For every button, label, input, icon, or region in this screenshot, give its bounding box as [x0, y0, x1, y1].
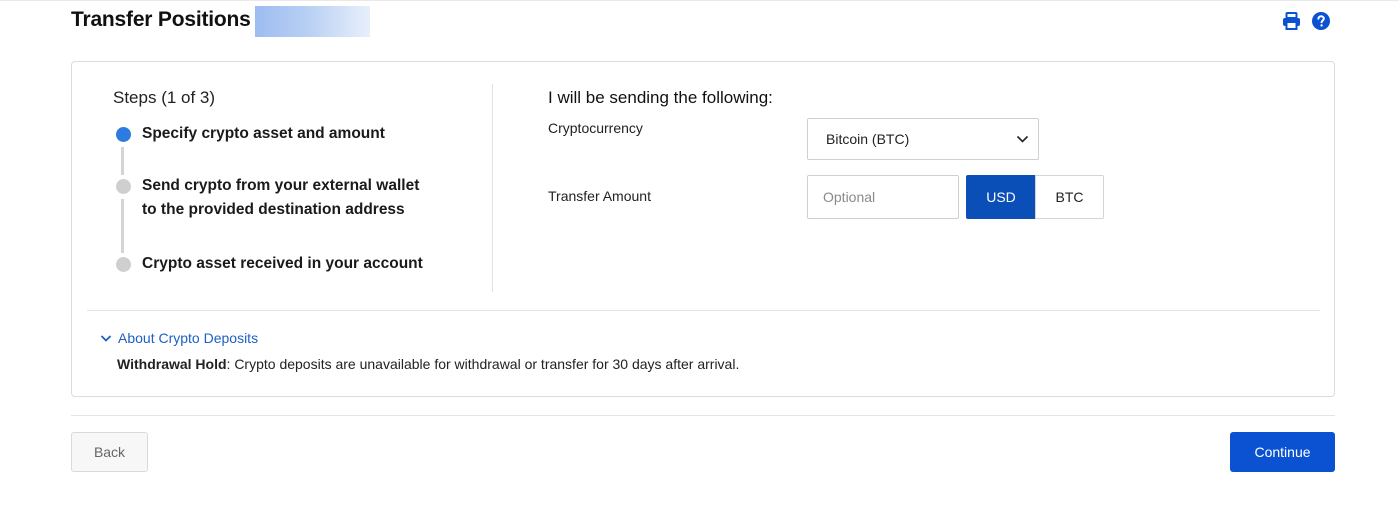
transfer-amount-input[interactable] — [807, 175, 959, 219]
step-label: Specify crypto asset and amount — [142, 125, 385, 142]
withdrawal-hold-label: Withdrawal Hold — [117, 356, 227, 372]
section-divider — [87, 310, 1320, 311]
unit-btc-button[interactable]: BTC — [1035, 175, 1104, 219]
step-label-line2: to the provided destination address — [142, 201, 405, 218]
step-label: Crypto asset received in your account — [142, 255, 423, 272]
steps-title: Steps (1 of 3) — [113, 88, 216, 107]
transfer-card: Steps (1 of 3) Specify crypto asset and … — [71, 61, 1335, 397]
chevron-down-icon — [1016, 135, 1029, 143]
continue-button[interactable]: Continue — [1230, 432, 1335, 472]
cryptocurrency-select[interactable]: Bitcoin (BTC) — [807, 118, 1039, 160]
chevron-down-icon — [100, 334, 112, 342]
back-button[interactable]: Back — [71, 432, 148, 472]
step-pending-dot-icon — [116, 257, 131, 272]
help-icon[interactable] — [1312, 12, 1330, 30]
about-crypto-deposits-toggle[interactable]: About Crypto Deposits — [100, 330, 258, 346]
step-active-dot-icon — [116, 127, 131, 142]
cryptocurrency-select-value: Bitcoin (BTC) — [826, 131, 910, 147]
step-pending-dot-icon — [116, 179, 131, 194]
top-divider — [0, 0, 1399, 1]
print-icon[interactable] — [1282, 12, 1301, 30]
transfer-amount-label: Transfer Amount — [548, 188, 651, 204]
step-label: Send crypto from your external wallet — [142, 177, 420, 194]
page-title: Transfer Positions — [71, 8, 251, 31]
step-connector — [121, 199, 124, 253]
cryptocurrency-label: Cryptocurrency — [548, 120, 643, 136]
withdrawal-hold-text: : Crypto deposits are unavailable for wi… — [226, 356, 740, 372]
step-connector — [121, 147, 124, 175]
unit-usd-button[interactable]: USD — [966, 175, 1036, 219]
redacted-account-badge — [255, 6, 370, 37]
form-title: I will be sending the following: — [548, 88, 773, 107]
column-divider — [492, 84, 493, 292]
withdrawal-hold-notice: Withdrawal Hold: Crypto deposits are una… — [117, 356, 739, 372]
footer-divider — [71, 415, 1335, 416]
about-crypto-deposits-label: About Crypto Deposits — [118, 330, 259, 346]
